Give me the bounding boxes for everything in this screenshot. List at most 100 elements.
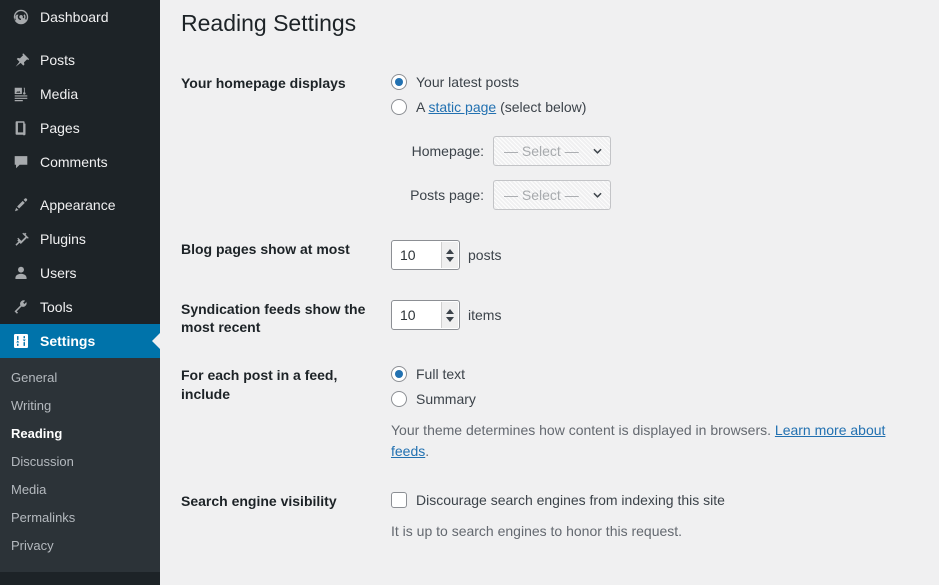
search-engine-visibility-label: Search engine visibility	[181, 493, 337, 510]
posts-page-select-row: Posts page: — Select —	[400, 180, 909, 210]
submenu-item-writing[interactable]: Writing	[0, 392, 160, 420]
sidebar-group-content: Posts Media Pages Comments	[0, 43, 160, 179]
dashboard-icon	[11, 7, 31, 27]
sidebar-item-dashboard[interactable]: Dashboard	[0, 0, 160, 34]
sidebar-item-comments[interactable]: Comments	[0, 145, 160, 179]
sidebar-item-media[interactable]: Media	[0, 77, 160, 111]
setting-row-syndication-feeds: Syndication feeds show the most recent 1…	[181, 285, 919, 351]
radio-full-text-label[interactable]: Full text	[416, 366, 465, 382]
stepper-down-icon[interactable]	[446, 256, 454, 262]
radio-full-text-row[interactable]: Full text	[391, 366, 909, 383]
sidebar-group-admin: Appearance Plugins Users Tools Settings	[0, 188, 160, 358]
submenu-item-general[interactable]: General	[0, 364, 160, 392]
sidebar-divider-1	[0, 34, 160, 43]
radio-summary[interactable]	[391, 391, 407, 408]
sidebar-group-dashboard: Dashboard	[0, 0, 160, 34]
homepage-displays-label: Your homepage displays	[181, 75, 346, 91]
setting-row-feed-include: For each post in a feed, include Full te…	[181, 351, 919, 477]
search-engine-visibility-help: It is up to search engines to honor this…	[391, 523, 683, 540]
main-content: Reading Settings Your homepage displays …	[160, 0, 939, 585]
radio-latest-posts-row[interactable]: Your latest posts	[391, 74, 909, 90]
discourage-search-engines-label[interactable]: Discourage search engines from indexing …	[416, 492, 725, 508]
wp-admin-screen: Dashboard Posts Media Pages Comments App…	[0, 0, 939, 585]
sidebar-item-label: Pages	[40, 119, 80, 136]
homepage-displays-field: Your latest posts A static page (select …	[381, 59, 919, 225]
radio-static-page[interactable]	[391, 99, 407, 115]
syndication-feeds-label: Syndication feeds show the most recent	[181, 301, 366, 336]
homepage-select-row: Homepage: — Select —	[400, 136, 909, 166]
pin-icon	[11, 50, 31, 70]
comment-icon	[11, 152, 31, 172]
sidebar-item-posts[interactable]: Posts	[0, 43, 160, 77]
radio-latest-posts[interactable]	[391, 74, 407, 90]
syndication-feeds-field: 10 items	[381, 285, 919, 351]
static-page-link[interactable]: static page	[428, 99, 496, 115]
blog-pages-field: 10 posts	[381, 225, 919, 285]
sidebar-item-pages[interactable]: Pages	[0, 111, 160, 145]
posts-page-select-label: Posts page:	[410, 186, 484, 203]
blog-pages-row: 10 posts	[391, 240, 909, 270]
radio-static-page-row[interactable]: A static page (select below)	[391, 99, 909, 115]
stepper-up-icon[interactable]	[446, 308, 454, 314]
submenu-item-discussion[interactable]: Discussion	[0, 448, 160, 476]
syndication-feeds-value: 10	[400, 306, 416, 323]
static-page-prefix: A	[416, 99, 429, 115]
posts-page-select-value: — Select —	[504, 186, 579, 203]
feed-include-label: For each post in a feed, include	[181, 367, 338, 402]
sidebar-item-label: Dashboard	[40, 8, 109, 25]
feed-include-field: Full text Summary Your theme determines …	[381, 351, 919, 477]
syndication-feeds-input[interactable]: 10	[391, 300, 460, 330]
admin-sidebar: Dashboard Posts Media Pages Comments App…	[0, 0, 160, 585]
submenu-item-reading[interactable]: Reading	[0, 420, 160, 448]
syndication-feeds-row: 10 items	[391, 300, 909, 330]
homepage-select[interactable]: — Select —	[493, 136, 611, 166]
blog-pages-input[interactable]: 10	[391, 240, 460, 270]
radio-static-page-label[interactable]: A static page (select below)	[416, 99, 586, 115]
sidebar-item-tools[interactable]: Tools	[0, 290, 160, 324]
stepper-up-icon[interactable]	[446, 248, 454, 254]
homepage-select-value: — Select —	[504, 142, 579, 159]
sidebar-item-label: Appearance	[40, 196, 116, 213]
sidebar-item-label: Tools	[40, 298, 73, 315]
blog-pages-stepper[interactable]	[441, 242, 458, 268]
feed-include-help: Your theme determines how content is dis…	[391, 420, 909, 462]
syndication-feeds-stepper[interactable]	[441, 302, 458, 328]
media-icon	[11, 84, 31, 104]
sidebar-item-label: Posts	[40, 51, 76, 68]
wrench-icon	[11, 297, 31, 317]
radio-latest-posts-label[interactable]: Your latest posts	[416, 74, 519, 90]
radio-summary-row[interactable]: Summary	[391, 391, 909, 408]
sidebar-item-plugins[interactable]: Plugins	[0, 222, 160, 256]
setting-row-homepage-displays: Your homepage displays Your latest posts…	[181, 59, 919, 225]
radio-full-text[interactable]	[391, 366, 407, 383]
radio-summary-label[interactable]: Summary	[416, 391, 476, 407]
blog-pages-value: 10	[400, 246, 416, 263]
discourage-search-engines-checkbox[interactable]	[391, 492, 407, 509]
submenu-item-permalinks[interactable]: Permalinks	[0, 504, 160, 532]
plug-icon	[11, 229, 31, 249]
blog-pages-unit: posts	[468, 246, 502, 263]
sidebar-item-label: Comments	[40, 153, 108, 170]
settings-submenu: General Writing Reading Discussion Media…	[0, 358, 160, 572]
syndication-feeds-unit: items	[468, 306, 502, 323]
paintbrush-icon	[11, 195, 31, 215]
sidebar-item-label: Users	[40, 264, 77, 281]
posts-page-select[interactable]: — Select —	[493, 180, 611, 210]
homepage-select-label: Homepage:	[411, 142, 484, 159]
submenu-item-privacy[interactable]: Privacy	[0, 532, 160, 560]
stepper-down-icon[interactable]	[446, 316, 454, 322]
static-page-selectors: Homepage: — Select — Posts page: — Selec…	[391, 136, 909, 210]
blog-pages-label: Blog pages show at most	[181, 241, 350, 257]
chevron-down-icon	[593, 192, 602, 198]
search-engine-visibility-field: Discourage search engines from indexing …	[381, 477, 919, 557]
sidebar-item-users[interactable]: Users	[0, 256, 160, 290]
sidebar-item-label: Settings	[40, 332, 96, 349]
feed-help-suffix: .	[425, 443, 430, 460]
sidebar-item-settings[interactable]: Settings	[0, 324, 160, 358]
discourage-checkbox-row[interactable]: Discourage search engines from indexing …	[391, 492, 909, 509]
sliders-icon	[11, 331, 31, 351]
submenu-item-media[interactable]: Media	[0, 476, 160, 504]
sidebar-divider-2	[0, 179, 160, 188]
sidebar-item-appearance[interactable]: Appearance	[0, 188, 160, 222]
chevron-down-icon	[593, 148, 602, 154]
